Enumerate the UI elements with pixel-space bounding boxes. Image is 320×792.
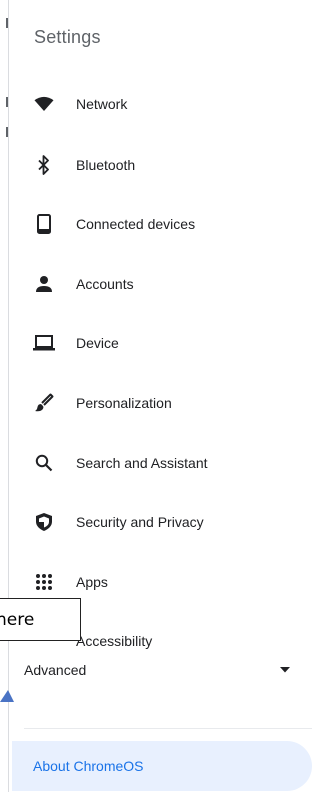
bluetooth-icon <box>32 153 56 177</box>
nav-item-label: Accounts <box>76 276 134 292</box>
shield-icon <box>32 510 56 534</box>
annotation-arrow-icon <box>0 690 14 702</box>
nav-item-personalization[interactable]: Personalization <box>26 383 296 423</box>
nav-item-about-chromeos[interactable]: About ChromeOS <box>12 741 312 791</box>
nav-item-connected-devices[interactable]: Connected devices <box>26 204 296 244</box>
nav-item-apps[interactable]: Apps <box>26 562 296 602</box>
phone-icon <box>32 212 56 236</box>
nav-item-label: Connected devices <box>76 216 196 232</box>
nav-item-label: About ChromeOS <box>33 758 144 774</box>
search-icon <box>32 451 56 475</box>
nav-item-label: Security and Privacy <box>76 514 204 530</box>
laptop-icon <box>32 331 56 355</box>
wifi-icon <box>32 92 56 116</box>
section-divider <box>24 728 312 729</box>
callout-text: here <box>0 609 35 630</box>
nav-item-label: Personalization <box>76 395 172 411</box>
left-edge-tick <box>6 127 8 137</box>
panel-left-border <box>8 0 9 792</box>
nav-item-label: Accessibility <box>76 633 153 649</box>
nav-item-network[interactable]: Network <box>26 84 296 124</box>
advanced-label: Advanced <box>24 662 87 678</box>
nav-item-label: Bluetooth <box>76 157 136 173</box>
caret-down-icon <box>280 667 290 673</box>
nav-item-security-and-privacy[interactable]: Security and Privacy <box>26 502 296 542</box>
left-edge-tick <box>6 97 8 107</box>
person-icon <box>32 272 56 296</box>
nav-item-accounts[interactable]: Accounts <box>26 264 296 304</box>
nav-item-device[interactable]: Device <box>26 323 296 363</box>
nav-item-label: Network <box>76 96 128 112</box>
nav-item-label: Apps <box>76 574 108 590</box>
left-edge-tick <box>6 18 8 28</box>
nav-item-bluetooth[interactable]: Bluetooth <box>26 145 296 185</box>
nav-item-label: Device <box>76 335 119 351</box>
annotation-callout: here <box>0 598 81 641</box>
nav-item-search-and-assistant[interactable]: Search and Assistant <box>26 443 296 483</box>
advanced-section-toggle[interactable]: Advanced <box>24 650 294 690</box>
page-title: Settings <box>34 27 101 47</box>
brush-icon <box>32 391 56 415</box>
apps-grid-icon <box>32 570 56 594</box>
nav-item-label: Search and Assistant <box>76 455 208 471</box>
